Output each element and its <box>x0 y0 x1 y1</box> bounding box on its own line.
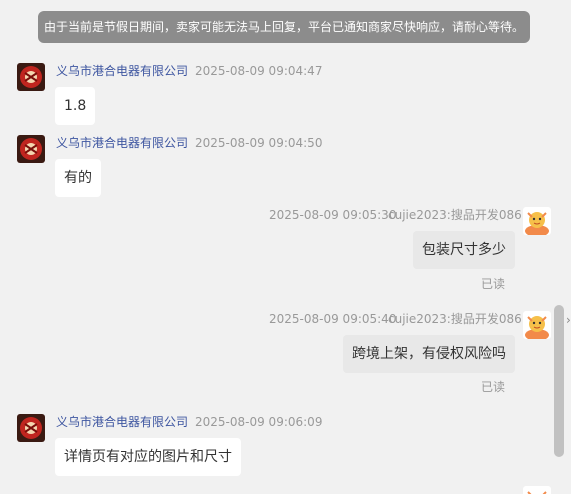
shop-avatar[interactable] <box>17 414 45 442</box>
user-avatar[interactable] <box>523 311 551 339</box>
message-bubble[interactable]: 包装尺寸多少 <box>413 231 515 269</box>
user-avatar[interactable] <box>523 207 551 235</box>
message-bubble[interactable]: 详情页有对应的图片和尺寸 <box>55 438 241 476</box>
sender-name: cujie2023:搜品开发086 <box>388 312 522 326</box>
message-time: 2025-08-09 09:05:30 <box>269 208 397 222</box>
shop-name[interactable]: 义乌市港合电器有限公司 <box>56 414 188 430</box>
read-status: 已读 <box>481 380 506 394</box>
shop-avatar[interactable] <box>17 135 45 163</box>
sender-name: cujie2023:搜品开发086 <box>388 208 522 222</box>
message-bubble[interactable]: 跨境上架，有侵权风险吗 <box>343 335 515 373</box>
chat-window: 由于当前是节假日期间，卖家可能无法马上回复，平台已通知商家尽快响应，请耐心等待。… <box>0 0 571 494</box>
message-bubble[interactable]: 1.8 <box>55 87 96 125</box>
chevron-right-icon[interactable]: › <box>566 313 571 327</box>
message-time: 2025-08-09 09:06:09 <box>195 415 323 429</box>
message-bubble[interactable]: 有的 <box>55 159 101 197</box>
shop-name[interactable]: 义乌市港合电器有限公司 <box>56 135 188 151</box>
message-time: 2025-08-09 09:05:40 <box>269 312 397 326</box>
message-time: 2025-08-09 09:04:47 <box>195 64 323 78</box>
message-time: 2025-08-09 09:04:50 <box>195 136 323 150</box>
holiday-notice: 由于当前是节假日期间，卖家可能无法马上回复，平台已通知商家尽快响应，请耐心等待。 <box>38 11 530 43</box>
scrollbar-thumb[interactable] <box>554 305 564 457</box>
read-status: 已读 <box>481 277 506 291</box>
user-avatar[interactable] <box>523 486 551 494</box>
shop-name[interactable]: 义乌市港合电器有限公司 <box>56 63 188 79</box>
shop-avatar[interactable] <box>17 63 45 91</box>
